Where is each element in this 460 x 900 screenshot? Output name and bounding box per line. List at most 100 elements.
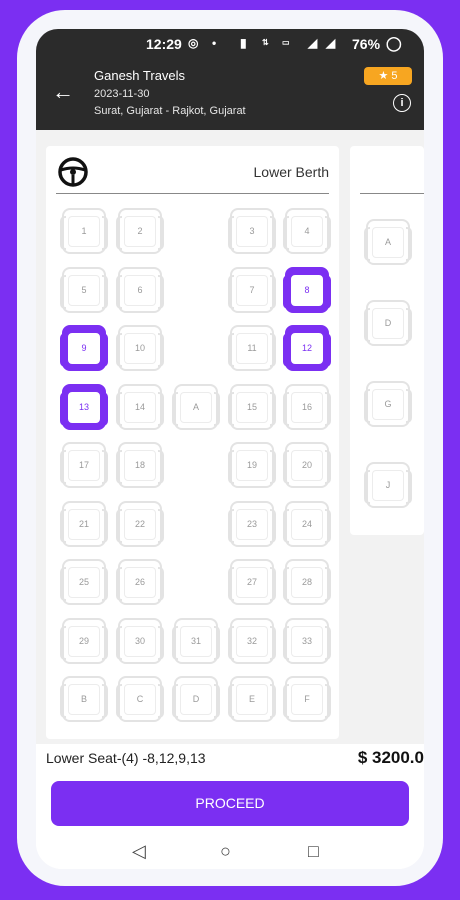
seat-4[interactable]: 4 bbox=[283, 208, 331, 254]
signal-5g-icon: ◢ bbox=[308, 36, 318, 50]
speed-icon: ⇅ bbox=[262, 38, 269, 47]
seat-number: 10 bbox=[134, 343, 145, 353]
seat-30[interactable]: 30 bbox=[116, 617, 164, 664]
seat-number: D bbox=[192, 694, 200, 704]
seat-B[interactable]: B bbox=[60, 676, 108, 722]
seat-26[interactable]: 26 bbox=[116, 559, 164, 605]
back-arrow-icon[interactable]: ← bbox=[52, 79, 74, 105]
seat-28[interactable]: 28 bbox=[283, 559, 331, 605]
seat-number: 9 bbox=[81, 343, 87, 353]
seat-number: C bbox=[136, 694, 144, 704]
seat-number: 30 bbox=[134, 635, 145, 646]
seat-number: J bbox=[385, 480, 391, 490]
info-icon[interactable]: i bbox=[393, 94, 411, 112]
seat-14[interactable]: 14 bbox=[116, 383, 164, 430]
battery-level: 76% bbox=[352, 36, 381, 52]
seat-number: 12 bbox=[301, 343, 312, 353]
seat-32[interactable]: 32 bbox=[228, 617, 276, 664]
seat-31[interactable]: 31 bbox=[172, 617, 220, 664]
proceed-button[interactable]: PROCEED bbox=[51, 781, 409, 826]
seat-5[interactable]: 5 bbox=[60, 266, 108, 313]
deck-title: Lower Berth bbox=[253, 164, 329, 180]
seat-number: G bbox=[384, 399, 392, 409]
seat-number: 24 bbox=[301, 518, 312, 529]
seat-D[interactable]: D bbox=[172, 676, 220, 722]
seat-number: 27 bbox=[246, 577, 257, 587]
seat-F[interactable]: F bbox=[283, 676, 331, 722]
steering-wheel-icon bbox=[58, 157, 88, 187]
vibrate-icon: ▮ bbox=[240, 36, 247, 50]
status-time: 12:29 bbox=[146, 36, 182, 52]
seat-G[interactable]: G bbox=[364, 381, 412, 427]
selected-seats-text: Lower Seat-(4) -8,12,9,13 bbox=[46, 750, 206, 766]
seat-18[interactable]: 18 bbox=[116, 442, 164, 488]
seat-number: A bbox=[192, 401, 199, 412]
deck-divider bbox=[56, 193, 329, 194]
seat-layout-area: Lower Berth 1 2 3 4 5 6 7 8 9 10 11 12 13 14 A 15 16 17 18… bbox=[36, 130, 424, 744]
seat-3[interactable]: 3 bbox=[228, 208, 276, 254]
seat-15[interactable]: 15 bbox=[228, 383, 276, 430]
seat-1[interactable]: 1 bbox=[60, 208, 108, 254]
seat-A[interactable]: A bbox=[172, 383, 220, 430]
status-bar: 12:29 ◎ • ▮ ⇅ ▭ ◢ ◢ 76% ◯ bbox=[36, 29, 424, 59]
nav-recents-icon[interactable]: □ bbox=[308, 841, 319, 862]
seat-11[interactable]: 11 bbox=[228, 325, 276, 371]
upper-berth-deck: A D G J bbox=[350, 146, 424, 535]
seat-16[interactable]: 16 bbox=[283, 383, 331, 430]
seat-19[interactable]: 19 bbox=[228, 442, 276, 488]
seat-27[interactable]: 27 bbox=[228, 559, 276, 605]
seat-23[interactable]: 23 bbox=[228, 500, 276, 547]
seat-number: 26 bbox=[134, 577, 145, 587]
nav-home-icon[interactable]: ○ bbox=[220, 841, 231, 862]
seat-number: 14 bbox=[134, 401, 145, 412]
seat-D[interactable]: D bbox=[364, 300, 412, 346]
seat-33[interactable]: 33 bbox=[283, 617, 331, 664]
seat-number: 11 bbox=[247, 343, 257, 353]
seat-24[interactable]: 24 bbox=[283, 500, 331, 547]
seat-number: 33 bbox=[301, 635, 312, 646]
travel-route: Surat, Gujarat - Rajkot, Gujarat bbox=[94, 105, 246, 117]
app-screen: 12:29 ◎ • ▮ ⇅ ▭ ◢ ◢ 76% ◯ ← Ganesh Trave… bbox=[36, 29, 424, 869]
selection-summary: Lower Seat-(4) -8,12,9,13 $ 3200.0 bbox=[46, 744, 424, 776]
whatsapp-icon: ◎ bbox=[188, 36, 199, 50]
operator-name: Ganesh Travels bbox=[94, 68, 186, 83]
seat-12[interactable]: 12 bbox=[283, 325, 331, 371]
lower-berth-deck: Lower Berth 1 2 3 4 5 6 7 8 9 10 11 12 13 14 A 15 16 17 18… bbox=[46, 146, 339, 739]
seat-number: 1 bbox=[81, 226, 87, 236]
seat-2[interactable]: 2 bbox=[116, 208, 164, 254]
seat-number: F bbox=[304, 694, 310, 704]
seat-number: A bbox=[384, 237, 391, 247]
seat-8[interactable]: 8 bbox=[283, 266, 331, 313]
seat-number: 21 bbox=[78, 518, 89, 529]
seat-number: 3 bbox=[249, 226, 255, 236]
seat-6[interactable]: 6 bbox=[116, 266, 164, 313]
seat-9[interactable]: 9 bbox=[60, 325, 108, 371]
seat-number: 17 bbox=[78, 460, 89, 470]
seat-number: B bbox=[80, 694, 87, 704]
seat-number: 31 bbox=[190, 635, 201, 646]
seat-20[interactable]: 20 bbox=[283, 442, 331, 488]
dot-icon: • bbox=[212, 36, 217, 50]
seat-number: 20 bbox=[301, 460, 312, 470]
seat-J[interactable]: J bbox=[364, 462, 412, 508]
signal-icon: ◢ bbox=[326, 36, 336, 50]
battery-icon: ◯ bbox=[386, 35, 402, 51]
seat-17[interactable]: 17 bbox=[60, 442, 108, 488]
seat-29[interactable]: 29 bbox=[60, 617, 108, 664]
seat-21[interactable]: 21 bbox=[60, 500, 108, 547]
seat-number: 32 bbox=[246, 635, 257, 646]
seat-number: 19 bbox=[246, 460, 257, 470]
seat-number: 8 bbox=[304, 284, 310, 295]
seat-number: 7 bbox=[249, 284, 255, 295]
seat-number: 25 bbox=[78, 577, 89, 587]
seat-A[interactable]: A bbox=[364, 219, 412, 265]
seat-E[interactable]: E bbox=[228, 676, 276, 722]
seat-10[interactable]: 10 bbox=[116, 325, 164, 371]
seat-25[interactable]: 25 bbox=[60, 559, 108, 605]
seat-13[interactable]: 13 bbox=[60, 383, 108, 430]
seat-7[interactable]: 7 bbox=[228, 266, 276, 313]
seat-22[interactable]: 22 bbox=[116, 500, 164, 547]
nav-back-icon[interactable]: ◁ bbox=[132, 841, 146, 862]
seat-C[interactable]: C bbox=[116, 676, 164, 722]
seat-number: 6 bbox=[137, 284, 143, 295]
